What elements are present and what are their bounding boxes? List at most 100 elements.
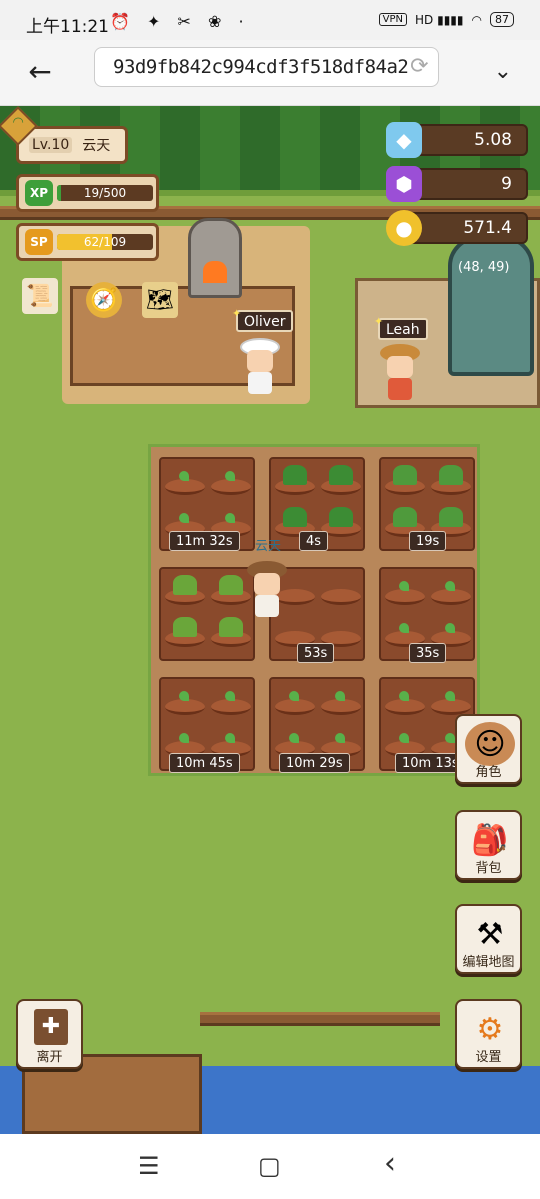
soil-mound [165, 699, 205, 715]
url-text: 93d9fb842c994cdf3f518df84a2 [113, 56, 409, 78]
npc-farmer-leah[interactable] [378, 344, 422, 402]
soil-mound [321, 589, 361, 605]
gear-icon: ⚙ [476, 1011, 504, 1047]
crop-plant [393, 465, 417, 485]
oven-fire [203, 261, 227, 283]
sprout [399, 623, 409, 633]
plot-timer-2: 4s [299, 531, 329, 551]
reload-icon[interactable]: ⟳ [410, 48, 428, 86]
sprout [225, 471, 235, 481]
npc-chef-oliver[interactable] [238, 338, 282, 396]
xp-bar: XP 19/500 [16, 174, 159, 212]
crop-plant [219, 575, 243, 595]
status-right: VPN HD ▮▮▮▮ ◠ 87 [378, 12, 514, 27]
settings-label: 设置 [475, 1050, 502, 1065]
crop-plant [329, 507, 353, 527]
soil-mound [211, 699, 251, 715]
npc-body [248, 372, 272, 394]
quest-scroll-icon[interactable]: 📜 [22, 278, 58, 314]
plot-timer-3: 19s [409, 531, 447, 551]
crop-plant [219, 617, 243, 637]
soil-mound [275, 699, 315, 715]
crop-plant [439, 507, 463, 527]
player-card[interactable]: Lv.10 云天 [16, 126, 128, 164]
crop-plant [173, 575, 197, 595]
player-floating-name: 云天 [255, 539, 282, 554]
plot-timer-5: 53s [297, 643, 335, 663]
system-nav-bar: ☰ ▢ ‹ [0, 1134, 540, 1199]
chevron-down-icon[interactable]: ⌄ [494, 54, 512, 90]
sprout [445, 581, 455, 591]
vpn-icon: VPN [378, 13, 408, 26]
coordinate-readout: (48, 49) [458, 260, 510, 275]
sprout [179, 691, 189, 701]
npc-name-oliver: ✦ Oliver [232, 307, 294, 332]
crop-plant [439, 465, 463, 485]
coin-icon: ● [386, 210, 422, 246]
player-level: Lv.10 [29, 137, 73, 153]
plot-timer-1: 11m 32s [169, 531, 240, 551]
clock: 上午11:21 [26, 17, 109, 37]
soil-mound [431, 699, 471, 715]
sprout [335, 733, 345, 743]
system-status-bar: 上午11:21 ⏰ ✦ ✂ ❀ · VPN HD ▮▮▮▮ ◠ 87 [0, 0, 540, 40]
wifi-status-icon: ◠ [471, 12, 482, 27]
coin-counter: ● 571.4 [386, 210, 528, 246]
back-icon[interactable]: ‹ [384, 1146, 396, 1181]
npc-head [387, 356, 413, 378]
recent-apps-icon[interactable]: ☰ [138, 1152, 160, 1180]
gem-counter: ⬢ 9 [386, 166, 528, 202]
bottom-fence [200, 1012, 440, 1026]
browser-toolbar: ← 93d9fb842c994cdf3f518df84a2 ⟳ ⌄ [0, 40, 540, 106]
backpack-button[interactable]: 🎒 背包 [455, 810, 522, 880]
sp-badge: SP [25, 229, 53, 255]
settings-button[interactable]: ⚙ 设置 [455, 999, 522, 1069]
coin-value: 571.4 [463, 218, 512, 238]
character-button[interactable]: ☺ 角色 [455, 714, 522, 784]
sp-bar: SP 62/109 [16, 223, 159, 261]
sprout [445, 691, 455, 701]
battery-icon: 87 [490, 12, 514, 27]
sprout [335, 691, 345, 701]
npc-head [247, 350, 273, 372]
player-character[interactable] [245, 561, 289, 619]
sprout [225, 691, 235, 701]
crop-plant [283, 465, 307, 485]
gem-value: 9 [501, 174, 512, 194]
exit-door-icon: ✚ [34, 1009, 68, 1045]
map-icon[interactable]: 🗺 [142, 282, 178, 318]
crop-plant [283, 507, 307, 527]
npc-name-leah: ✦ Leah [374, 315, 428, 340]
soil-mound [385, 589, 425, 605]
glasshouse[interactable]: (48, 49) [448, 236, 534, 376]
character-label: 角色 [475, 765, 502, 780]
crystal-icon: ◆ [386, 122, 422, 158]
crop-plant [329, 465, 353, 485]
address-bar[interactable]: 93d9fb842c994cdf3f518df84a2 ⟳ [94, 47, 439, 87]
plot-timer-6: 35s [409, 643, 447, 663]
backpack-label: 背包 [475, 861, 502, 876]
home-icon[interactable]: ▢ [258, 1152, 281, 1180]
soil-mound [165, 479, 205, 495]
sprout [225, 513, 235, 523]
player-head [254, 573, 280, 595]
edit-map-button[interactable]: ⚒ 编辑地图 [455, 904, 522, 974]
soil-mound [385, 699, 425, 715]
plot-timer-8: 10m 29s [279, 753, 350, 773]
character-portrait-icon: ☺ [465, 722, 515, 766]
back-arrow-icon[interactable]: ← [22, 54, 58, 90]
leave-button[interactable]: ✚ 离开 [16, 999, 83, 1069]
crop-plot-4[interactable] [159, 567, 255, 661]
crop-plant [173, 617, 197, 637]
sprout [225, 733, 235, 743]
crystal-value: 5.08 [474, 130, 512, 150]
gem-icon: ⬢ [386, 166, 422, 202]
soil-mound [321, 699, 361, 715]
crop-plant [393, 507, 417, 527]
compass-icon[interactable]: 🧭 [86, 282, 122, 318]
crystal-counter: ◆ 5.08 [386, 122, 528, 158]
sprout [179, 513, 189, 523]
game-canvas[interactable]: (48, 49) Lv.10 云天 ◠ XP 19/500 SP 62/109 … [0, 106, 540, 1134]
player-name: 云天 [82, 138, 111, 154]
sp-value: 62/109 [83, 235, 127, 249]
